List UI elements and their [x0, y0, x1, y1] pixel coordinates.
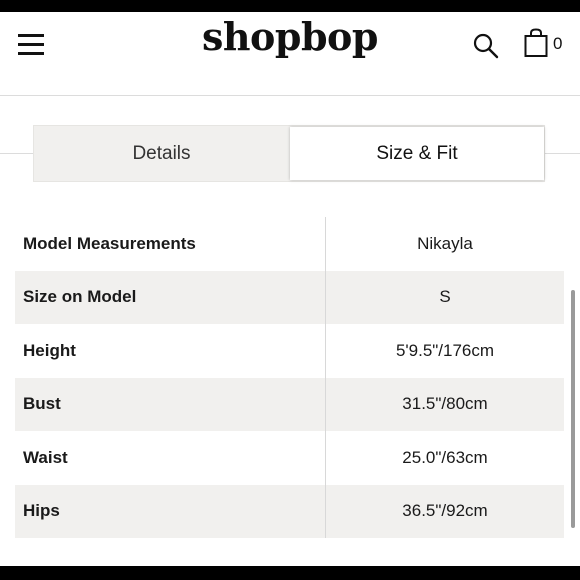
table-row: Bust 31.5"/80cm: [15, 377, 564, 431]
column-header-model: Nikayla: [417, 233, 473, 253]
row-value: S: [439, 287, 451, 307]
scrollbar[interactable]: [571, 290, 575, 528]
column-divider: [325, 217, 326, 538]
search-icon[interactable]: [472, 32, 500, 60]
row-label: Size on Model: [23, 287, 137, 307]
row-label: Hips: [23, 501, 60, 521]
row-value: 36.5"/92cm: [402, 501, 488, 521]
status-bar: [0, 0, 580, 12]
table-row: Size on Model S: [15, 270, 564, 324]
shopping-bag-icon[interactable]: [524, 28, 548, 58]
table-header-row: Model Measurements Nikayla: [15, 217, 564, 271]
row-label: Waist: [23, 447, 68, 467]
table-row: Height 5'9.5"/176cm: [15, 324, 564, 378]
column-header-label: Model Measurements: [23, 233, 196, 253]
model-measurements-table: Model Measurements Nikayla Size on Model…: [15, 217, 564, 538]
row-value: 25.0"/63cm: [402, 447, 488, 467]
site-header: shopbop 0: [0, 12, 580, 96]
bag-count-badge: 0: [553, 34, 563, 53]
row-label: Height: [23, 340, 76, 360]
bottom-bar: [0, 566, 580, 580]
tab-size-and-fit[interactable]: Size & Fit: [290, 127, 544, 180]
table-row: Hips 36.5"/92cm: [15, 484, 564, 538]
tab-details[interactable]: Details: [34, 126, 289, 181]
row-value: 31.5"/80cm: [402, 394, 488, 414]
row-label: Bust: [23, 394, 61, 414]
table-row: Waist 25.0"/63cm: [15, 431, 564, 485]
row-value: 5'9.5"/176cm: [395, 340, 495, 360]
product-tabs: Details Size & Fit: [33, 125, 545, 182]
